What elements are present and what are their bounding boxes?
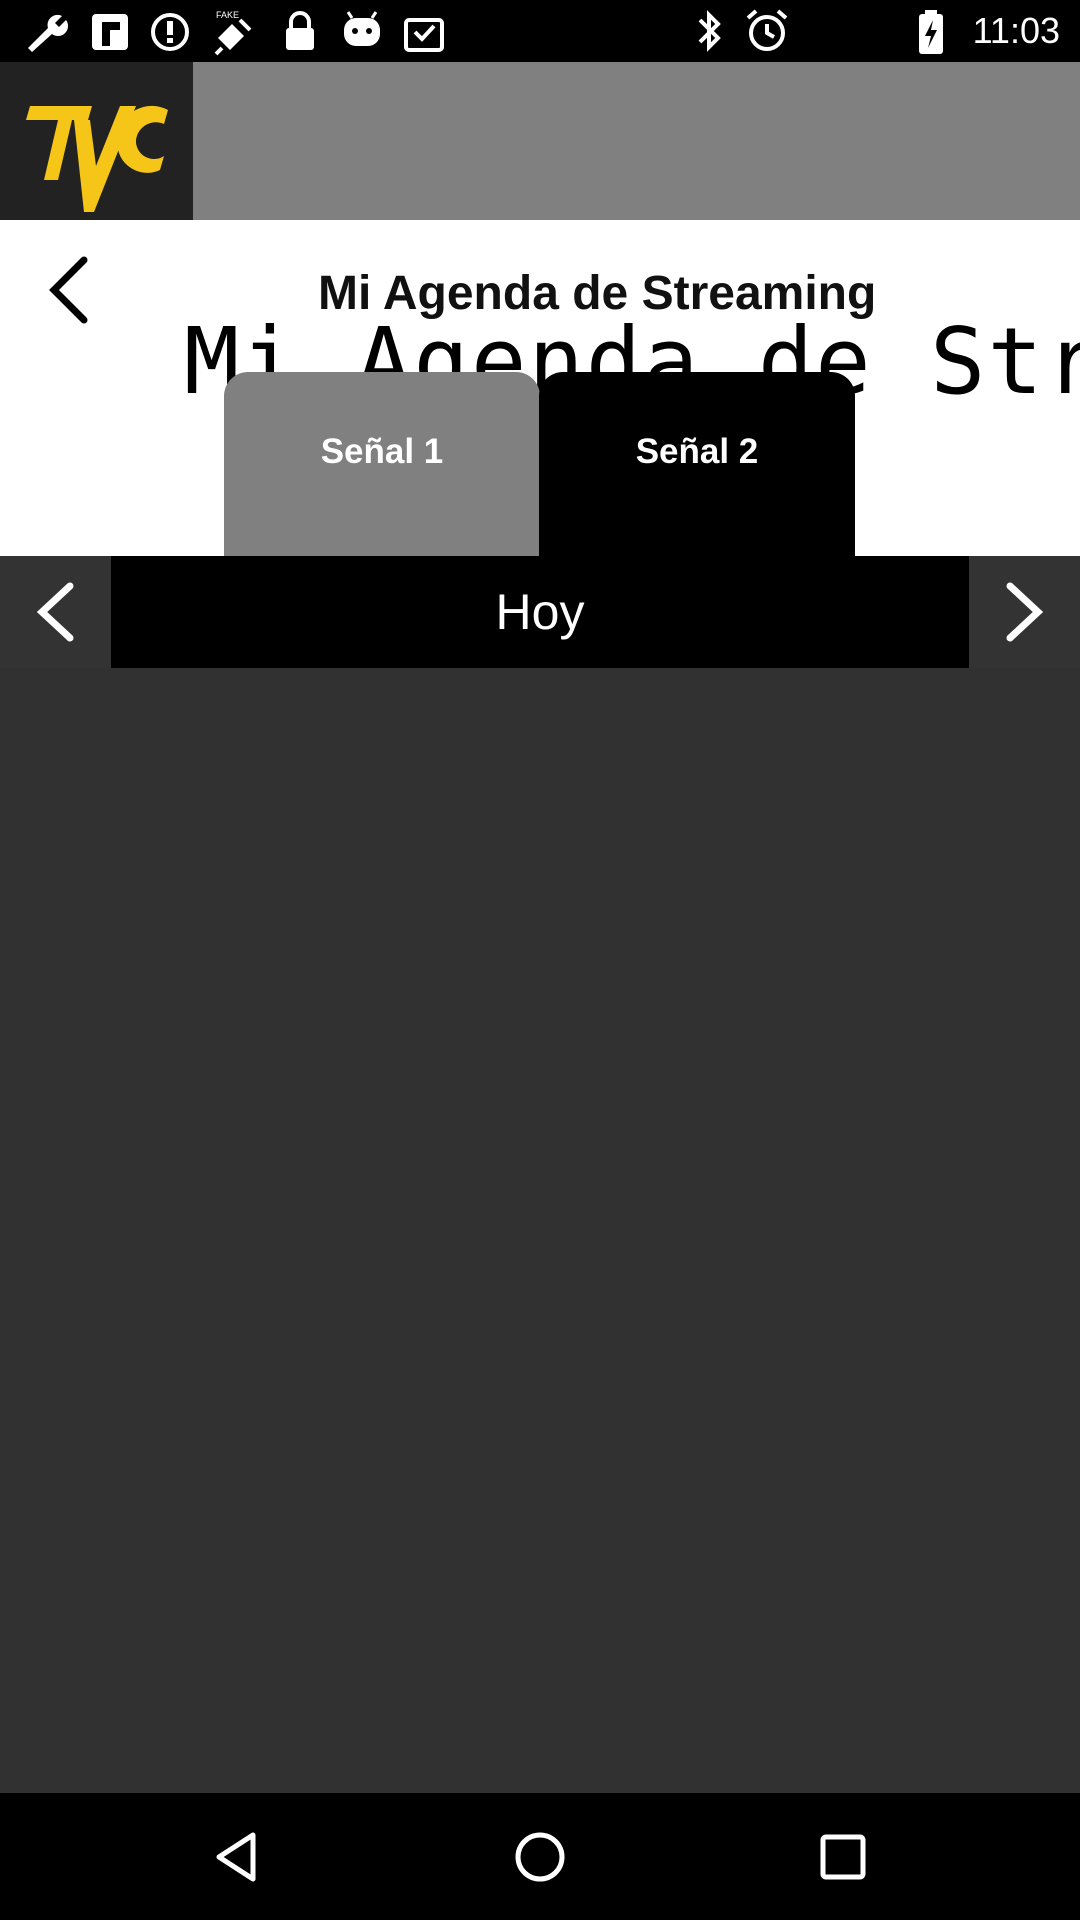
alarm-icon [746,9,788,51]
chevron-left-icon [49,256,88,324]
svg-text:FAKE: FAKE [216,10,239,20]
battery-icon [919,10,943,54]
lock-icon [286,11,314,50]
chevron-right-icon [1006,582,1044,642]
android-icon [344,11,380,46]
tab-senal-2[interactable]: Señal 2 [539,372,855,556]
nav-back-button[interactable] [197,1817,277,1897]
back-icon [216,1832,256,1882]
fake-gps-icon: FAKE [214,10,252,56]
alert-icon [151,13,189,51]
chevron-left-icon [36,582,74,642]
flipboard-icon [92,14,128,50]
nav-recents-button[interactable] [803,1817,883,1897]
recents-icon [820,1834,866,1880]
system-nav-bar [0,1793,1080,1920]
status-clock: 11:03 [972,10,1060,51]
tvc-logo-icon [26,105,168,212]
app-logo [0,62,193,220]
nav-home-button[interactable] [500,1817,580,1897]
tab-label: Señal 1 [320,432,444,471]
wrench-icon [28,14,68,52]
schedule-content [0,668,1080,1793]
tab-label: Señal 2 [635,432,759,471]
day-label: Hoy [495,584,585,640]
header-banner [193,62,1080,220]
next-day-button[interactable] [969,556,1080,668]
tab-senal-1[interactable]: Señal 1 [224,372,540,556]
day-navigator: Hoy [0,556,1080,668]
title-area: Mi Agenda de Streaming Mi Agenda de Stre… [0,220,1080,556]
previous-day-button[interactable] [0,556,111,668]
bluetooth-icon [698,10,721,52]
clipboard-check-icon [404,18,444,52]
back-button[interactable] [40,250,100,330]
status-bar: FAKE 11:03 [0,0,1080,62]
home-icon [515,1832,565,1882]
